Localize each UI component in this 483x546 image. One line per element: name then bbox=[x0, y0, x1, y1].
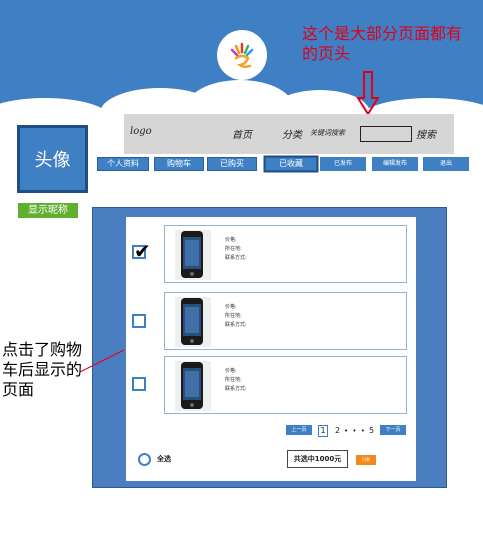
header-sketch: logo 首页 分类 关键词搜索 搜索 bbox=[124, 114, 454, 154]
avatar-label: 头像 bbox=[34, 150, 71, 171]
sketch-logo[interactable]: logo bbox=[130, 126, 152, 137]
sketch-category-link[interactable]: 分类 bbox=[282, 126, 302, 141]
select-all-radio[interactable] bbox=[138, 453, 151, 466]
prev-page-button[interactable]: 上一页 bbox=[286, 425, 312, 435]
nickname-badge: 显示昵称 bbox=[18, 203, 78, 218]
header-annotation: 这个是大部分页面都有的页头 bbox=[302, 24, 463, 63]
phone-icon bbox=[181, 362, 203, 409]
phone-icon bbox=[181, 231, 203, 278]
nav-favorites-button[interactable]: 已收藏 bbox=[265, 157, 317, 171]
item-location-label: 所在地: bbox=[225, 377, 242, 383]
pagination-ellipsis: • • • bbox=[344, 427, 366, 435]
wireframe-canvas: 这个是大部分页面都有的页头 logo 首页 分类 关键词搜索 搜索 头像 显示昵… bbox=[0, 0, 483, 546]
item-contact-label: 联系方式: bbox=[225, 255, 247, 261]
product-image bbox=[175, 361, 211, 411]
item-location-label: 所在地: bbox=[225, 246, 242, 252]
select-all-label: 全选 bbox=[157, 455, 171, 463]
sketch-search-label: 关键词搜索 bbox=[310, 129, 345, 137]
check-icon: ✔ bbox=[134, 239, 151, 263]
item-location-label: 所在地: bbox=[225, 313, 242, 319]
item-price-label: 价格: bbox=[225, 368, 237, 374]
avatar[interactable]: 头像 bbox=[17, 125, 88, 193]
sketch-home-link[interactable]: 首页 bbox=[232, 126, 252, 141]
cart-item[interactable]: 价格: 所在地: 联系方式: bbox=[164, 292, 407, 350]
brand-logo-icon bbox=[230, 42, 254, 69]
current-page[interactable]: 1 bbox=[318, 425, 328, 437]
sketch-search-input[interactable] bbox=[360, 126, 412, 142]
item-price-label: 价格: bbox=[225, 237, 237, 243]
nav-logout-button[interactable]: 退出 bbox=[423, 157, 469, 171]
sketch-search-button[interactable]: 搜索 bbox=[416, 126, 436, 141]
product-image bbox=[175, 297, 211, 347]
phone-icon bbox=[181, 298, 203, 345]
nav-edit-publish-button[interactable]: 编辑发布 bbox=[372, 157, 418, 171]
item-details: 价格: 所在地: 联系方式: bbox=[225, 367, 247, 394]
item-details: 价格: 所在地: 联系方式: bbox=[225, 303, 247, 330]
pay-button[interactable]: 付款 bbox=[356, 455, 376, 465]
cart-item[interactable]: 价格: 所在地: 联系方式: bbox=[164, 356, 407, 414]
nav-published-button[interactable]: 已发布 bbox=[320, 157, 366, 171]
page-link-last[interactable]: 5 bbox=[369, 426, 374, 436]
item-checkbox[interactable] bbox=[132, 314, 146, 328]
nav-purchased-button[interactable]: 已购买 bbox=[207, 157, 257, 171]
product-image bbox=[175, 230, 211, 280]
item-checkbox[interactable]: ✔ bbox=[132, 241, 151, 261]
item-details: 价格: 所在地: 联系方式: bbox=[225, 236, 247, 263]
item-contact-label: 联系方式: bbox=[225, 322, 247, 328]
page-annotation: 点击了购物车后显示的页面 bbox=[2, 340, 83, 399]
item-contact-label: 联系方式: bbox=[225, 386, 247, 392]
item-price-label: 价格: bbox=[225, 304, 237, 310]
cart-item[interactable]: 价格: 所在地: 联系方式: bbox=[164, 225, 407, 283]
page-link[interactable]: 2 bbox=[335, 426, 340, 436]
down-arrow-icon bbox=[356, 71, 380, 116]
nav-profile-button[interactable]: 个人资料 bbox=[97, 157, 149, 171]
selected-total: 共选中1000元 bbox=[287, 450, 348, 468]
item-checkbox[interactable] bbox=[132, 377, 146, 391]
site-logo[interactable] bbox=[217, 30, 267, 80]
next-page-button[interactable]: 下一页 bbox=[380, 425, 406, 435]
nav-cart-button[interactable]: 购物车 bbox=[154, 157, 204, 171]
